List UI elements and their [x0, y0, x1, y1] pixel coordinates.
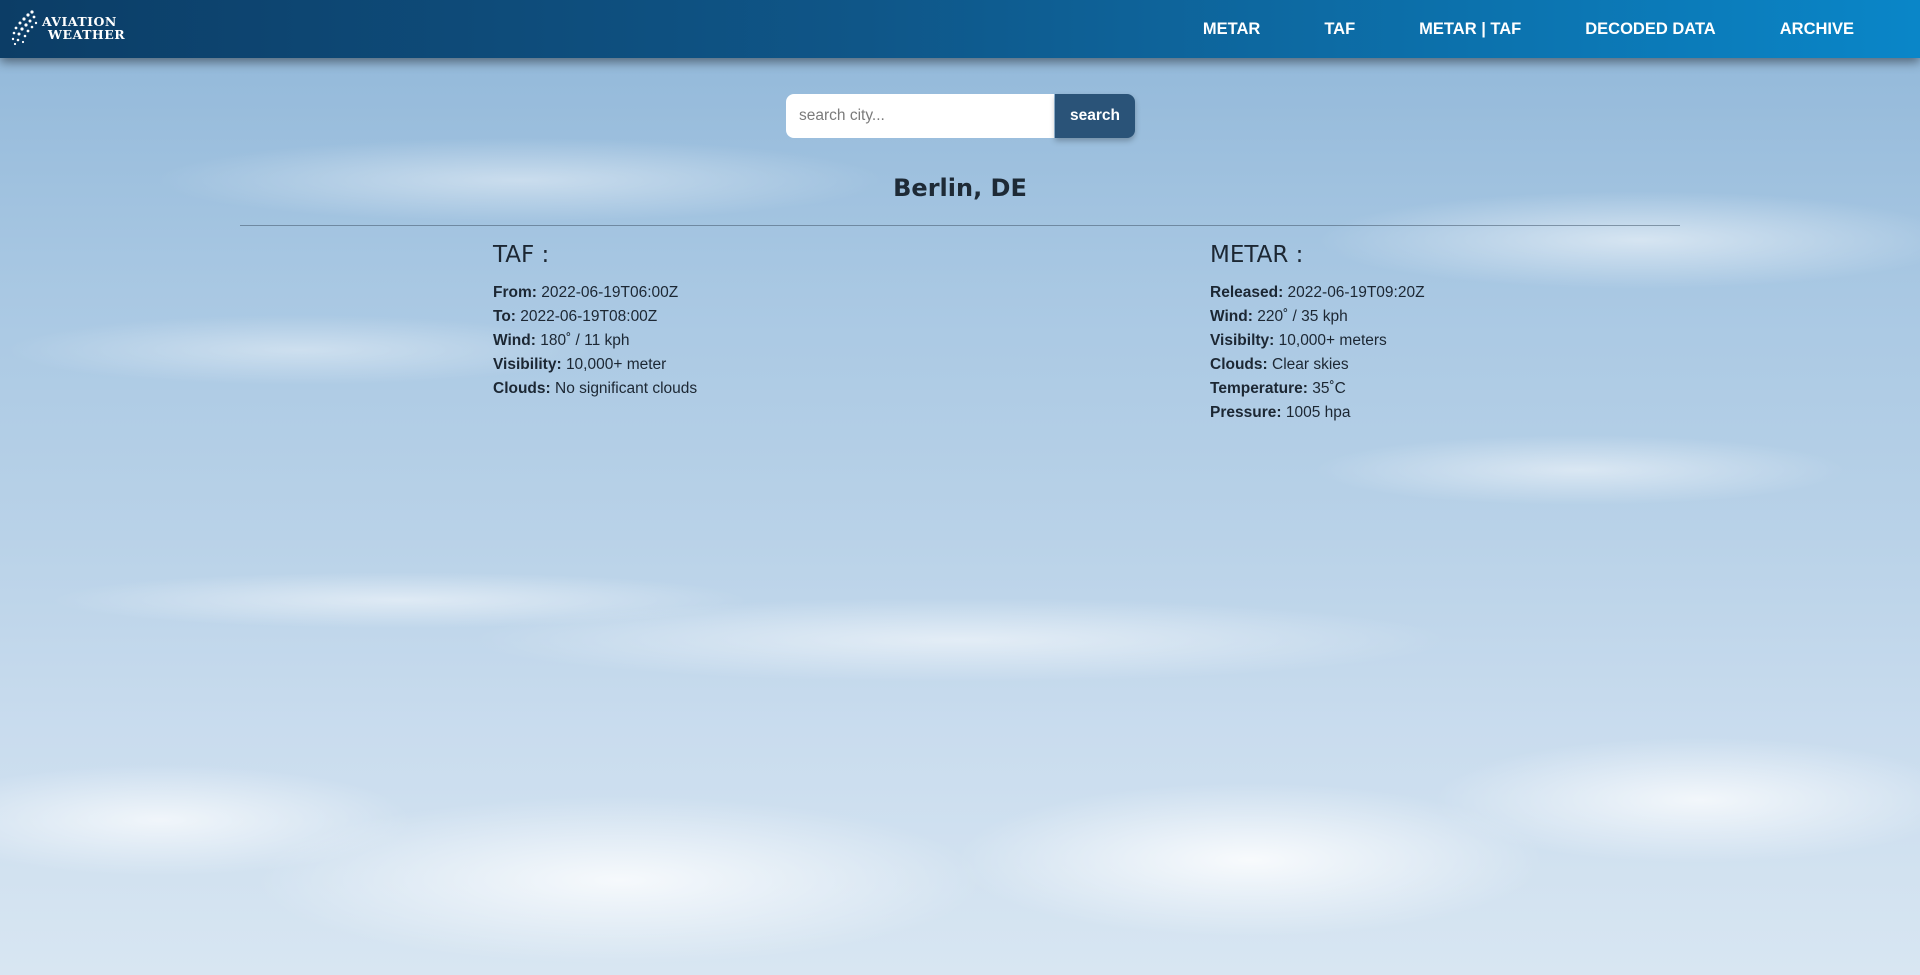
logo-line-2: WEATHER — [48, 27, 126, 42]
taf-wind-label: Wind: — [493, 332, 536, 349]
taf-row-clouds: Clouds: No significant clouds — [493, 377, 697, 401]
taf-row-to: To: 2022-06-19T08:00Z — [493, 305, 697, 329]
metar-released-value: 2022-06-19T09:20Z — [1287, 284, 1425, 301]
metar-clouds-label: Clouds: — [1210, 356, 1268, 373]
logo[interactable]: AVIATION WEATHER — [10, 8, 125, 48]
taf-report: TAF : From: 2022-06-19T06:00Z To: 2022-0… — [493, 240, 697, 401]
metar-row-wind: Wind: 220˚ / 35 kph — [1210, 305, 1425, 329]
metar-visibility-label: Visibilty: — [1210, 332, 1275, 349]
metar-wind-value: 220˚ / 35 kph — [1257, 308, 1348, 325]
metar-row-clouds: Clouds: Clear skies — [1210, 353, 1425, 377]
plane-dots-logo-icon — [11, 10, 38, 46]
taf-from-label: From: — [493, 284, 537, 301]
logo-text: AVIATION WEATHER — [42, 15, 125, 41]
city-title: Berlin, DE — [893, 174, 1027, 202]
metar-row-temperature: Temperature: 35˚C — [1210, 377, 1425, 401]
divider — [240, 225, 1680, 226]
nav-metar[interactable]: METAR — [1203, 20, 1260, 39]
nav-metar-taf[interactable]: METAR | TAF — [1419, 20, 1521, 39]
metar-report: METAR : Released: 2022-06-19T09:20Z Wind… — [1210, 240, 1425, 425]
metar-clouds-value: Clear skies — [1272, 356, 1349, 373]
taf-row-wind: Wind: 180˚ / 11 kph — [493, 329, 697, 353]
metar-temperature-value: 35˚C — [1312, 380, 1346, 397]
nav-links: METAR TAF METAR | TAF DECODED DATA ARCHI… — [1139, 0, 1854, 58]
nav-decoded-data[interactable]: DECODED DATA — [1585, 20, 1715, 39]
metar-row-visibility: Visibilty: 10,000+ meters — [1210, 329, 1425, 353]
metar-pressure-value: 1005 hpa — [1285, 404, 1351, 421]
taf-from-value: 2022-06-19T06:00Z — [541, 284, 679, 301]
search-input[interactable] — [786, 94, 1054, 138]
taf-clouds-label: Clouds: — [493, 380, 551, 397]
taf-to-value: 2022-06-19T08:00Z — [520, 308, 658, 325]
metar-row-released: Released: 2022-06-19T09:20Z — [1210, 281, 1425, 305]
search-bar: search — [786, 94, 1135, 138]
search-button[interactable]: search — [1055, 94, 1135, 138]
metar-released-label: Released: — [1210, 284, 1284, 301]
metar-title: METAR : — [1210, 242, 1304, 268]
top-navbar: AVIATION WEATHER METAR TAF METAR | TAF D… — [0, 0, 1920, 58]
metar-wind-label: Wind: — [1210, 308, 1253, 325]
taf-wind-value: 180˚ / 11 kph — [540, 332, 630, 349]
taf-clouds-value: No significant clouds — [555, 380, 698, 397]
nav-archive[interactable]: ARCHIVE — [1780, 20, 1854, 39]
taf-row-visibility: Visibility: 10,000+ meter — [493, 353, 697, 377]
taf-title: TAF : — [493, 242, 550, 268]
metar-pressure-label: Pressure: — [1210, 404, 1282, 421]
metar-temperature-label: Temperature: — [1210, 380, 1308, 397]
taf-visibility-value: 10,000+ meter — [565, 356, 667, 373]
taf-visibility-label: Visibility: — [493, 356, 562, 373]
taf-row-from: From: 2022-06-19T06:00Z — [493, 281, 697, 305]
taf-to-label: To: — [493, 308, 516, 325]
nav-taf[interactable]: TAF — [1324, 20, 1355, 39]
metar-row-pressure: Pressure: 1005 hpa — [1210, 401, 1425, 425]
metar-visibility-value: 10,000+ meters — [1278, 332, 1387, 349]
